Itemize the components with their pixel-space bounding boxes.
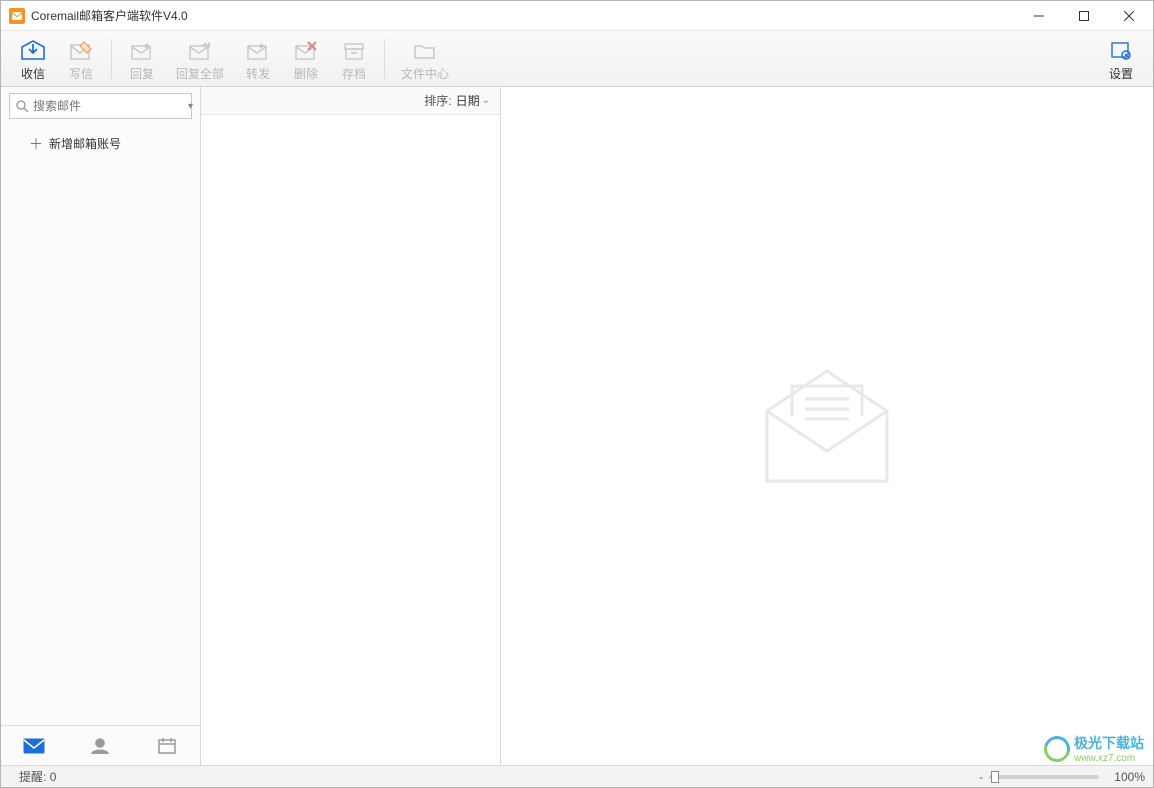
- settings-icon: [1109, 38, 1133, 64]
- archive-label: 存档: [342, 65, 366, 82]
- archive-icon: [341, 38, 367, 64]
- window-title: Coremail邮箱客户端软件V4.0: [31, 7, 1016, 24]
- receive-label: 收信: [21, 65, 45, 82]
- search-box[interactable]: ▾: [9, 93, 192, 119]
- main-area: ▾ ＋ 新增邮箱账号: [1, 87, 1153, 765]
- window-controls: [1016, 2, 1151, 30]
- tab-calendar[interactable]: [134, 726, 200, 765]
- reply-icon: [129, 38, 155, 64]
- file-center-label: 文件中心: [401, 65, 449, 82]
- list-header: 排序: 日期 ⌄: [201, 87, 500, 115]
- reply-label: 回复: [130, 65, 154, 82]
- zoom-thumb[interactable]: [991, 771, 999, 783]
- maximize-button[interactable]: [1061, 2, 1106, 30]
- receive-mail-icon: [20, 38, 46, 64]
- chevron-down-icon[interactable]: ⌄: [482, 95, 490, 106]
- compose-label: 写信: [69, 65, 93, 82]
- envelope-placeholder-icon: [757, 361, 897, 491]
- reply-all-icon: [187, 38, 213, 64]
- status-left: 提醒: 0: [9, 768, 979, 785]
- toolbar-separator: [384, 39, 385, 79]
- sidebar: ▾ ＋ 新增邮箱账号: [1, 87, 201, 765]
- toolbar: 收信 写信 回复 回复全部 转发: [1, 31, 1153, 87]
- reminder-label: 提醒:: [19, 770, 46, 784]
- zoom-value: 100%: [1105, 770, 1145, 784]
- titlebar: Coremail邮箱客户端软件V4.0: [1, 1, 1153, 31]
- settings-button[interactable]: 设置: [1097, 34, 1145, 84]
- compose-button[interactable]: 写信: [57, 34, 105, 84]
- reply-button[interactable]: 回复: [118, 34, 166, 84]
- sort-value[interactable]: 日期: [456, 92, 480, 109]
- minimize-button[interactable]: [1016, 2, 1061, 30]
- delete-icon: [293, 38, 319, 64]
- tab-contacts[interactable]: [67, 726, 133, 765]
- add-account-label: 新增邮箱账号: [49, 135, 121, 152]
- zoom-controls: - 100%: [979, 770, 1145, 784]
- settings-label: 设置: [1109, 65, 1133, 82]
- zoom-slider[interactable]: [989, 775, 1099, 779]
- reminder-count: 0: [50, 770, 57, 784]
- forward-icon: [245, 38, 271, 64]
- compose-mail-icon: [68, 38, 94, 64]
- search-input[interactable]: [33, 99, 188, 113]
- tab-mail[interactable]: [1, 726, 67, 765]
- app-icon: [9, 8, 25, 24]
- folder-tree: ＋ 新增邮箱账号: [1, 125, 200, 725]
- file-center-button[interactable]: 文件中心: [391, 34, 459, 84]
- folder-icon: [412, 38, 438, 64]
- search-icon: [16, 100, 29, 113]
- receive-button[interactable]: 收信: [9, 34, 57, 84]
- message-list-panel: 排序: 日期 ⌄: [201, 87, 501, 765]
- toolbar-separator: [111, 39, 112, 79]
- search-dropdown-icon[interactable]: ▾: [188, 101, 193, 112]
- delete-button[interactable]: 删除: [282, 34, 330, 84]
- plus-icon: ＋: [29, 137, 43, 151]
- app-window: Coremail邮箱客户端软件V4.0 收信 写信 回复: [0, 0, 1154, 788]
- zoom-minus[interactable]: -: [979, 770, 983, 784]
- message-list: [201, 115, 500, 765]
- preview-pane: [501, 87, 1153, 765]
- add-account-item[interactable]: ＋ 新增邮箱账号: [1, 129, 200, 158]
- forward-button[interactable]: 转发: [234, 34, 282, 84]
- archive-button[interactable]: 存档: [330, 34, 378, 84]
- delete-label: 删除: [294, 65, 318, 82]
- forward-label: 转发: [246, 65, 270, 82]
- reply-all-label: 回复全部: [176, 65, 224, 82]
- sort-label: 排序:: [424, 92, 451, 109]
- reply-all-button[interactable]: 回复全部: [166, 34, 234, 84]
- sidebar-tabs: [1, 725, 200, 765]
- close-button[interactable]: [1106, 2, 1151, 30]
- statusbar: 提醒: 0 - 100%: [1, 765, 1153, 787]
